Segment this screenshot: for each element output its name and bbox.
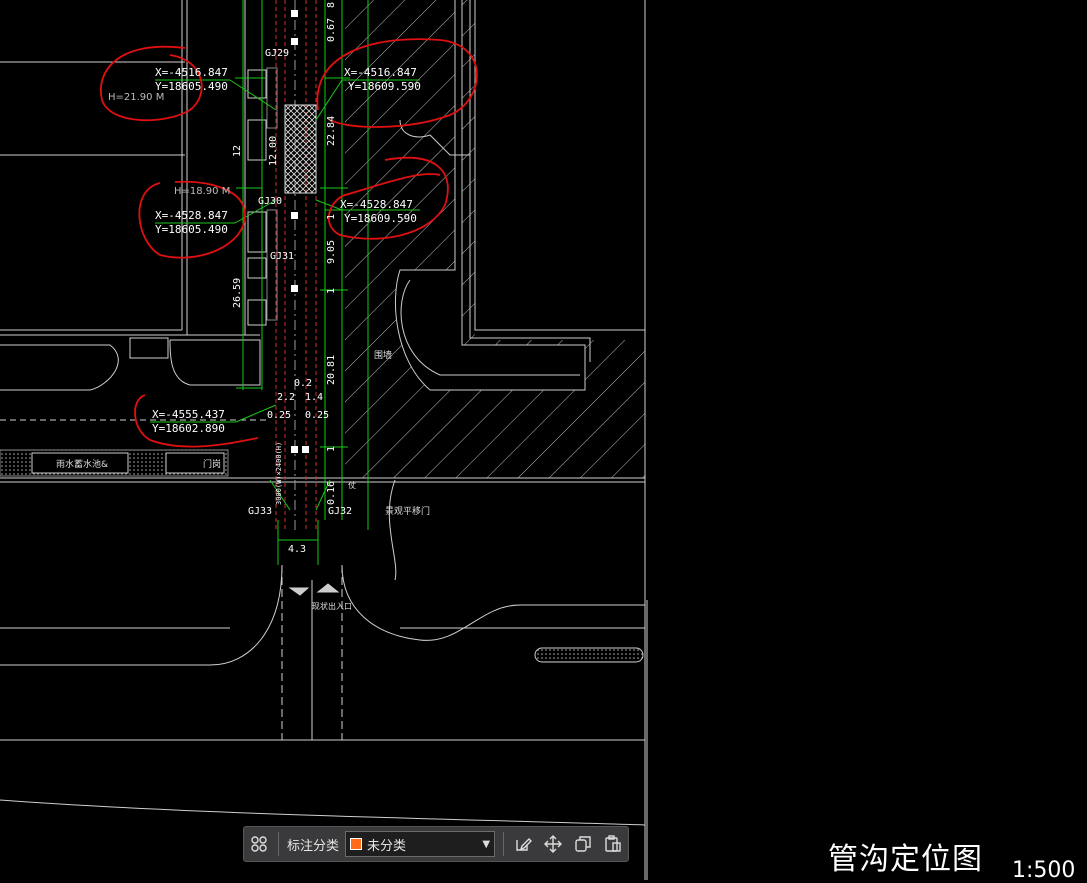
dim-22-84: 22.84 (326, 116, 337, 146)
coord-x-2: X=-4516.847 (344, 66, 417, 79)
dim-2-2: 2.2 (277, 392, 295, 403)
label-wall: 围墙 (374, 349, 392, 361)
pipe-gj31: GJ31 (270, 251, 294, 262)
elevation-2: H=18.90 M (174, 186, 230, 197)
label-gate: 景观平移门 (385, 505, 430, 517)
paste-icon[interactable] (598, 829, 628, 859)
elevation-labels: H=21.90 M H=18.90 M (108, 92, 230, 197)
dim-20-81: 20.81 (326, 355, 337, 385)
dim-1-b: 1 (326, 288, 337, 294)
copy-icon[interactable] (568, 829, 598, 859)
move-icon[interactable] (538, 829, 568, 859)
dim-8: 8 (326, 2, 337, 8)
edit-icon[interactable] (508, 829, 538, 859)
pipe-gj32: GJ32 (328, 506, 352, 517)
coord-x-1: X=-4516.847 (155, 66, 228, 79)
coord-y-1: Y=18605.490 (155, 80, 228, 93)
dim-0-25-a: 0.25 (267, 410, 291, 421)
dim-1-c: 1 (326, 446, 337, 452)
dim-0-25-b: 0.25 (305, 410, 329, 421)
trench-size: 3000(W)×2400(H) (275, 442, 283, 505)
dim-0-2: 0.2 (294, 378, 312, 389)
dim-1: 1 (326, 214, 337, 220)
label-rain-pool: 雨水蓄水池& (56, 458, 108, 470)
coord-y-4: Y=18609.590 (344, 212, 417, 225)
cad-canvas[interactable]: X=-4516.847 Y=18605.490 X=-4516.847 Y=18… (0, 0, 1087, 880)
dropdown-arrow-icon: ▼ (482, 838, 491, 850)
dim-0-16: 0.16 (326, 481, 337, 505)
dim-12-00: 12.00 (268, 136, 279, 166)
dim-9-05: 9.05 (326, 240, 337, 264)
label-tail: 仗 (348, 480, 356, 490)
category-label: 标注分类 (287, 838, 340, 854)
label-door: 门岗 (203, 458, 221, 470)
category-dropdown[interactable]: 未分类 ▼ (345, 831, 496, 857)
drawing-scale: 1:500 (1012, 858, 1076, 883)
dim-12: 12 (232, 145, 243, 157)
dim-1-4: 1.4 (305, 392, 323, 403)
dim-4-3: 4.3 (288, 544, 306, 555)
pipe-gj33: GJ33 (248, 506, 272, 517)
grid-apps-icon[interactable] (244, 829, 274, 859)
elevation-1: H=21.90 M (108, 92, 164, 103)
coord-y-2: Y=18609.590 (348, 80, 421, 93)
dim-26-59: 26.59 (232, 278, 243, 308)
pipe-gj30: GJ30 (258, 196, 282, 207)
category-selected: 未分类 (367, 838, 407, 854)
toolbar-divider (278, 832, 279, 856)
annotation-toolbar: 标注分类 未分类 ▼ (243, 826, 629, 862)
label-entrance: 现状出入口 (312, 601, 352, 611)
drawing-title: 管沟定位图 (828, 842, 983, 877)
coord-x-4: X=-4528.847 (340, 198, 413, 211)
color-swatch (350, 838, 363, 850)
coord-x-5: X=-4555.437 (152, 408, 225, 421)
coord-x-3: X=-4528.847 (155, 209, 228, 222)
coord-y-3: Y=18605.490 (155, 223, 228, 236)
coord-y-5: Y=18602.890 (152, 422, 225, 435)
dim-0-67: 0.67 (326, 18, 337, 42)
pipe-gj29: GJ29 (265, 48, 289, 59)
toolbar-divider (503, 832, 505, 856)
